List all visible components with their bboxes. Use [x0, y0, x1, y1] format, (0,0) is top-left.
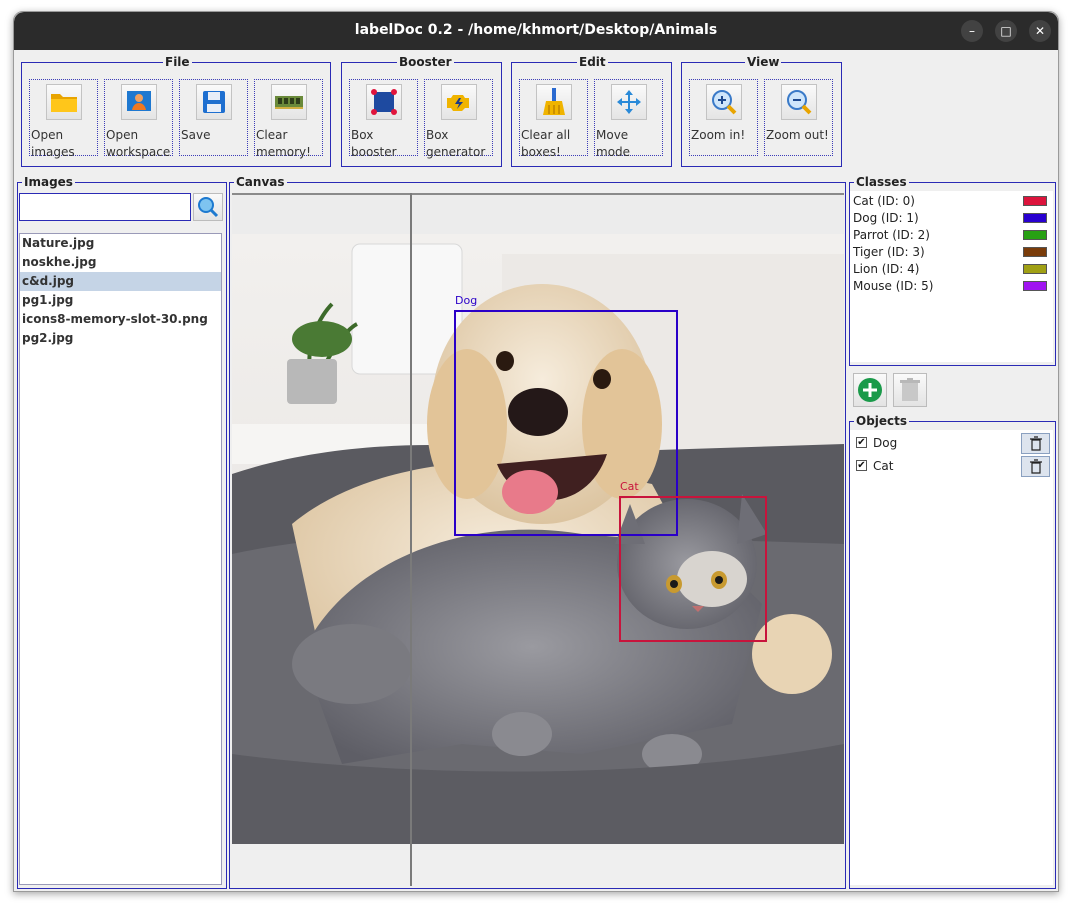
delete-object-button[interactable] — [1021, 433, 1050, 454]
save-label: Save — [181, 128, 211, 142]
zoom-in-button[interactable]: Zoom in! — [689, 79, 758, 156]
booster-group-label: Booster — [397, 55, 454, 69]
zoom-in-label: Zoom in! — [691, 128, 746, 142]
box-generator-label: Box generator — [426, 128, 486, 159]
class-list: Cat (ID: 0) Dog (ID: 1) Parrot (ID: 2) T… — [850, 191, 1053, 362]
engine-icon — [440, 84, 477, 120]
open-workspace-button[interactable]: Open workspace — [104, 79, 173, 159]
image-file-item[interactable]: pg2.jpg — [20, 329, 221, 348]
search-icon — [198, 197, 219, 218]
image-file-item[interactable]: pg1.jpg — [20, 291, 221, 310]
class-color-swatch — [1023, 196, 1047, 206]
box-generator-button[interactable]: Box generator — [424, 79, 493, 159]
class-color-swatch — [1023, 247, 1047, 257]
edit-group: Edit Clear all boxes! Move mode — [511, 55, 672, 167]
cat-bounding-box[interactable] — [619, 496, 767, 642]
open-images-label: Open images — [31, 128, 75, 159]
class-item-lion[interactable]: Lion (ID: 4) — [853, 261, 1051, 278]
app-window: labelDoc 0.2 - /home/khmort/Desktop/Anim… — [13, 11, 1059, 892]
floppy-disk-icon — [195, 84, 232, 120]
cat-box-label: Cat — [620, 480, 639, 493]
canvas-panel-label: Canvas — [234, 175, 287, 189]
move-mode-label: Move mode — [596, 128, 631, 159]
trash-icon — [900, 378, 920, 401]
minimize-button[interactable]: – — [961, 20, 983, 42]
class-color-swatch — [1023, 281, 1047, 291]
clear-all-boxes-button[interactable]: Clear all boxes! — [519, 79, 588, 159]
canvas-background — [232, 193, 844, 234]
box-booster-label: Box booster — [351, 128, 397, 159]
zoom-out-icon — [780, 84, 817, 120]
object-item-cat: ✔ Cat — [850, 455, 1053, 477]
window-title: labelDoc 0.2 - /home/khmort/Desktop/Anim… — [354, 22, 718, 38]
trash-icon — [1029, 459, 1042, 474]
class-item-dog[interactable]: Dog (ID: 1) — [853, 210, 1051, 227]
zoom-out-label: Zoom out! — [766, 128, 829, 142]
clear-memory-button[interactable]: Clear memory! — [254, 79, 323, 159]
image-file-item[interactable]: Nature.jpg — [20, 234, 221, 253]
object-visible-checkbox[interactable]: ✔ — [856, 437, 867, 448]
vertical-guide-line — [410, 193, 412, 886]
object-label: Dog — [873, 436, 898, 450]
workspace-icon — [120, 84, 157, 120]
move-mode-button[interactable]: Move mode — [594, 79, 663, 159]
memory-slot-icon — [270, 84, 307, 120]
broom-icon — [535, 84, 572, 120]
class-color-swatch — [1023, 264, 1047, 274]
folder-icon — [45, 84, 82, 120]
close-button[interactable]: ✕ — [1029, 20, 1051, 42]
plus-circle-icon — [858, 378, 882, 402]
class-label: Parrot (ID: 2) — [853, 228, 930, 242]
view-group: View Zoom in! Zoom out! — [681, 55, 842, 167]
box-booster-button[interactable]: Box booster — [349, 79, 418, 159]
object-list: ✔ Dog ✔ Cat — [850, 430, 1053, 885]
class-color-swatch — [1023, 230, 1047, 240]
image-search-button[interactable] — [193, 193, 223, 221]
image-file-item-selected[interactable]: c&d.jpg — [20, 272, 221, 291]
booster-group: Booster Box booster Box generator — [341, 55, 502, 167]
classes-panel-label: Classes — [854, 175, 909, 189]
objects-panel-label: Objects — [854, 414, 910, 428]
object-label: Cat — [873, 459, 894, 473]
file-group-label: File — [163, 55, 192, 69]
class-item-tiger[interactable]: Tiger (ID: 3) — [853, 244, 1051, 261]
class-label: Mouse (ID: 5) — [853, 279, 934, 293]
view-group-label: View — [745, 55, 782, 69]
edit-group-label: Edit — [577, 55, 608, 69]
class-label: Dog (ID: 1) — [853, 211, 919, 225]
maximize-button[interactable]: □ — [995, 20, 1017, 42]
clear-memory-label: Clear memory! — [256, 128, 311, 159]
zoom-in-icon — [705, 84, 742, 120]
open-images-button[interactable]: Open images — [29, 79, 98, 159]
horizontal-ruler-line — [232, 193, 844, 195]
image-search-input[interactable] — [19, 193, 191, 221]
move-arrows-icon — [610, 84, 647, 120]
images-panel-label: Images — [22, 175, 75, 189]
object-visible-checkbox[interactable]: ✔ — [856, 460, 867, 471]
object-item-dog: ✔ Dog — [850, 432, 1053, 454]
delete-object-button[interactable] — [1021, 456, 1050, 477]
class-item-parrot[interactable]: Parrot (ID: 2) — [853, 227, 1051, 244]
image-file-item[interactable]: icons8-memory-slot-30.png — [20, 310, 221, 329]
class-item-cat[interactable]: Cat (ID: 0) — [853, 193, 1051, 210]
trash-icon — [1029, 436, 1042, 451]
clear-all-boxes-label: Clear all boxes! — [521, 128, 571, 159]
open-workspace-label: Open workspace — [106, 128, 171, 159]
dog-box-label: Dog — [455, 294, 478, 307]
image-file-list: Nature.jpg noskhe.jpg c&d.jpg pg1.jpg ic… — [19, 233, 222, 885]
save-button[interactable]: Save — [179, 79, 248, 156]
class-color-swatch — [1023, 213, 1047, 223]
box-booster-icon — [365, 84, 402, 120]
add-class-button[interactable] — [853, 373, 887, 407]
class-label: Lion (ID: 4) — [853, 262, 920, 276]
class-label: Tiger (ID: 3) — [853, 245, 925, 259]
zoom-out-button[interactable]: Zoom out! — [764, 79, 833, 156]
file-group: File Open images Open workspace Save Cle… — [21, 55, 331, 167]
delete-class-button[interactable] — [893, 373, 927, 407]
class-label: Cat (ID: 0) — [853, 194, 915, 208]
image-file-item[interactable]: noskhe.jpg — [20, 253, 221, 272]
class-item-mouse[interactable]: Mouse (ID: 5) — [853, 278, 1051, 295]
title-bar[interactable]: labelDoc 0.2 - /home/khmort/Desktop/Anim… — [14, 12, 1058, 50]
